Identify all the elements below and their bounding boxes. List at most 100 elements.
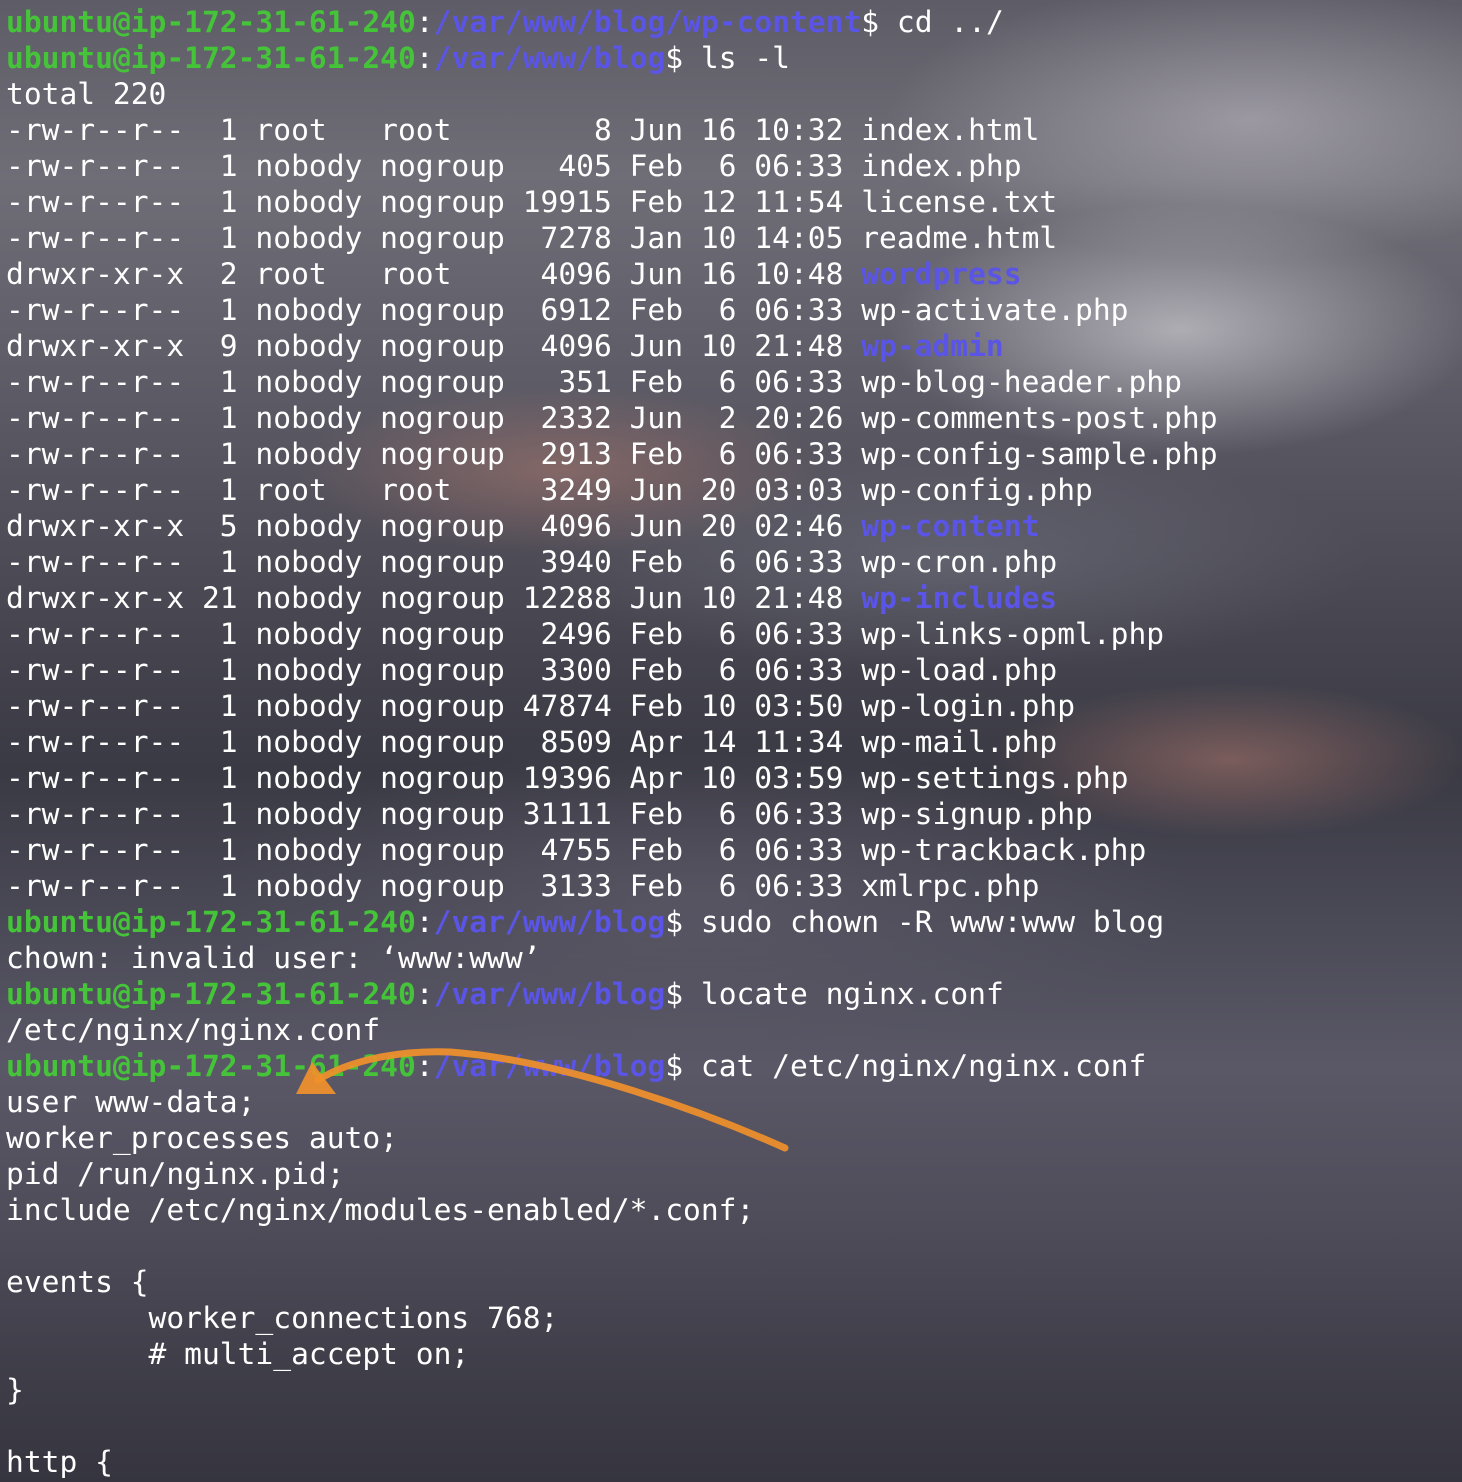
file-metadata: -rw-r--r-- 1 nobody nogroup 4755 Feb 6 0… — [6, 833, 862, 867]
output-line: # multi_accept on; — [6, 1337, 470, 1371]
prompt-dollar: $ — [665, 905, 701, 939]
file-listing-row: -rw-r--r-- 1 nobody nogroup 31111 Feb 6 … — [6, 796, 1093, 832]
file-name: wp-mail.php — [861, 725, 1058, 759]
file-name: wp-load.php — [861, 653, 1058, 687]
file-name: license.txt — [861, 185, 1058, 219]
file-listing-row: -rw-r--r-- 1 nobody nogroup 19915 Feb 12… — [6, 184, 1057, 220]
directory-name: wordpress — [861, 257, 1022, 291]
file-listing-row: -rw-r--r-- 1 nobody nogroup 19396 Apr 10… — [6, 760, 1128, 796]
file-listing-row: drwxr-xr-x 2 root root 4096 Jun 16 10:48… — [6, 256, 1022, 292]
file-name: wp-signup.php — [861, 797, 1093, 831]
output-line: } — [6, 1373, 24, 1407]
file-listing-row: -rw-r--r-- 1 nobody nogroup 2332 Jun 2 2… — [6, 400, 1218, 436]
prompt-user-host: ubuntu@ip-172-31-61-240 — [6, 5, 416, 39]
command-text: cat /etc/nginx/nginx.conf — [700, 1049, 1147, 1083]
file-listing-row: drwxr-xr-x 9 nobody nogroup 4096 Jun 10 … — [6, 328, 1004, 364]
file-metadata: -rw-r--r-- 1 nobody nogroup 3300 Feb 6 0… — [6, 653, 862, 687]
file-name: readme.html — [861, 221, 1058, 255]
command-text: sudo chown -R www:www blog — [700, 905, 1165, 939]
file-metadata: -rw-r--r-- 1 nobody nogroup 3133 Feb 6 0… — [6, 869, 862, 903]
file-listing-row: -rw-r--r-- 1 nobody nogroup 47874 Feb 10… — [6, 688, 1075, 724]
file-name: wp-comments-post.php — [861, 401, 1218, 435]
prompt-dollar: $ — [665, 41, 701, 75]
file-metadata: -rw-r--r-- 1 nobody nogroup 405 Feb 6 06… — [6, 149, 862, 183]
file-listing-row: -rw-r--r-- 1 nobody nogroup 3940 Feb 6 0… — [6, 544, 1057, 580]
file-metadata: -rw-r--r-- 1 nobody nogroup 2913 Feb 6 0… — [6, 437, 862, 471]
file-metadata: -rw-r--r-- 1 nobody nogroup 3940 Feb 6 0… — [6, 545, 862, 579]
file-name: wp-config-sample.php — [861, 437, 1218, 471]
prompt-separator: : — [415, 905, 434, 939]
directory-name: wp-includes — [861, 581, 1058, 615]
prompt-separator: : — [415, 977, 434, 1011]
file-listing-row: -rw-r--r-- 1 nobody nogroup 351 Feb 6 06… — [6, 364, 1182, 400]
terminal-window[interactable]: ubuntu@ip-172-31-61-240:/var/www/blog/wp… — [0, 0, 1462, 1482]
file-name: index.php — [861, 149, 1022, 183]
file-metadata: -rw-r--r-- 1 root root 8 Jun 16 10:32 — [6, 113, 862, 147]
file-name: xmlrpc.php — [861, 869, 1040, 903]
file-listing-row: -rw-r--r-- 1 root root 3249 Jun 20 03:03… — [6, 472, 1093, 508]
directory-name: wp-admin — [861, 329, 1004, 363]
file-name: wp-cron.php — [861, 545, 1058, 579]
file-metadata: drwxr-xr-x 5 nobody nogroup 4096 Jun 20 … — [6, 509, 862, 543]
file-listing-row: -rw-r--r-- 1 nobody nogroup 8509 Apr 14 … — [6, 724, 1057, 760]
output-line: worker_processes auto; — [6, 1121, 398, 1155]
prompt-user-host: ubuntu@ip-172-31-61-240 — [6, 41, 416, 75]
prompt-line: ubuntu@ip-172-31-61-240:/var/www/blog/wp… — [6, 4, 1004, 40]
output-line: total 220 — [6, 77, 167, 111]
file-listing-row: drwxr-xr-x 21 nobody nogroup 12288 Jun 1… — [6, 580, 1057, 616]
file-name: wp-login.php — [861, 689, 1076, 723]
output-line: worker_connections 768; — [6, 1301, 559, 1335]
file-listing-row: -rw-r--r-- 1 nobody nogroup 4755 Feb 6 0… — [6, 832, 1146, 868]
command-text: ls -l — [700, 41, 790, 75]
file-name: wp-config.php — [861, 473, 1093, 507]
file-listing-row: -rw-r--r-- 1 nobody nogroup 405 Feb 6 06… — [6, 148, 1022, 184]
file-metadata: -rw-r--r-- 1 nobody nogroup 8509 Apr 14 … — [6, 725, 862, 759]
prompt-line: ubuntu@ip-172-31-61-240:/var/www/blog$ l… — [6, 40, 790, 76]
directory-name: wp-content — [861, 509, 1040, 543]
prompt-separator: : — [415, 41, 434, 75]
file-metadata: -rw-r--r-- 1 nobody nogroup 7278 Jan 10 … — [6, 221, 862, 255]
file-metadata: -rw-r--r-- 1 nobody nogroup 19396 Apr 10… — [6, 761, 862, 795]
prompt-dollar: $ — [861, 5, 897, 39]
prompt-path: /var/www/blog/wp-content — [433, 5, 862, 39]
prompt-line: ubuntu@ip-172-31-61-240:/var/www/blog$ s… — [6, 904, 1164, 940]
output-line: chown: invalid user: ‘www:www’ — [6, 941, 541, 975]
file-metadata: -rw-r--r-- 1 nobody nogroup 2496 Feb 6 0… — [6, 617, 862, 651]
file-metadata: -rw-r--r-- 1 nobody nogroup 351 Feb 6 06… — [6, 365, 862, 399]
file-name: wp-links-opml.php — [861, 617, 1165, 651]
prompt-line: ubuntu@ip-172-31-61-240:/var/www/blog$ c… — [6, 1048, 1146, 1084]
file-listing-row: -rw-r--r-- 1 nobody nogroup 3300 Feb 6 0… — [6, 652, 1057, 688]
file-name: wp-trackback.php — [861, 833, 1147, 867]
file-listing-row: -rw-r--r-- 1 nobody nogroup 2913 Feb 6 0… — [6, 436, 1218, 472]
file-listing-row: -rw-r--r-- 1 nobody nogroup 7278 Jan 10 … — [6, 220, 1057, 256]
file-metadata: -rw-r--r-- 1 root root 3249 Jun 20 03:03 — [6, 473, 862, 507]
file-metadata: drwxr-xr-x 9 nobody nogroup 4096 Jun 10 … — [6, 329, 862, 363]
file-name: wp-settings.php — [861, 761, 1129, 795]
output-line: events { — [6, 1265, 149, 1299]
prompt-line: ubuntu@ip-172-31-61-240:/var/www/blog$ l… — [6, 976, 1004, 1012]
output-line: user www-data; — [6, 1085, 256, 1119]
prompt-separator: : — [415, 1049, 434, 1083]
prompt-path: /var/www/blog — [433, 977, 666, 1011]
file-name: wp-blog-header.php — [861, 365, 1182, 399]
command-text: locate nginx.conf — [700, 977, 1004, 1011]
file-name: wp-activate.php — [861, 293, 1129, 327]
file-listing-row: drwxr-xr-x 5 nobody nogroup 4096 Jun 20 … — [6, 508, 1039, 544]
file-metadata: -rw-r--r-- 1 nobody nogroup 19915 Feb 12… — [6, 185, 862, 219]
command-text: cd ../ — [896, 5, 1004, 39]
prompt-path: /var/www/blog — [433, 41, 666, 75]
file-metadata: drwxr-xr-x 21 nobody nogroup 12288 Jun 1… — [6, 581, 862, 615]
prompt-user-host: ubuntu@ip-172-31-61-240 — [6, 905, 416, 939]
output-line: pid /run/nginx.pid; — [6, 1157, 345, 1191]
file-name: index.html — [861, 113, 1040, 147]
prompt-path: /var/www/blog — [433, 1049, 666, 1083]
file-listing-row: -rw-r--r-- 1 root root 8 Jun 16 10:32 in… — [6, 112, 1039, 148]
file-metadata: -rw-r--r-- 1 nobody nogroup 47874 Feb 10… — [6, 689, 862, 723]
file-listing-row: -rw-r--r-- 1 nobody nogroup 6912 Feb 6 0… — [6, 292, 1128, 328]
file-metadata: -rw-r--r-- 1 nobody nogroup 2332 Jun 2 2… — [6, 401, 862, 435]
file-metadata: -rw-r--r-- 1 nobody nogroup 6912 Feb 6 0… — [6, 293, 862, 327]
file-metadata: -rw-r--r-- 1 nobody nogroup 31111 Feb 6 … — [6, 797, 862, 831]
prompt-user-host: ubuntu@ip-172-31-61-240 — [6, 977, 416, 1011]
prompt-separator: : — [415, 5, 434, 39]
prompt-dollar: $ — [665, 1049, 701, 1083]
